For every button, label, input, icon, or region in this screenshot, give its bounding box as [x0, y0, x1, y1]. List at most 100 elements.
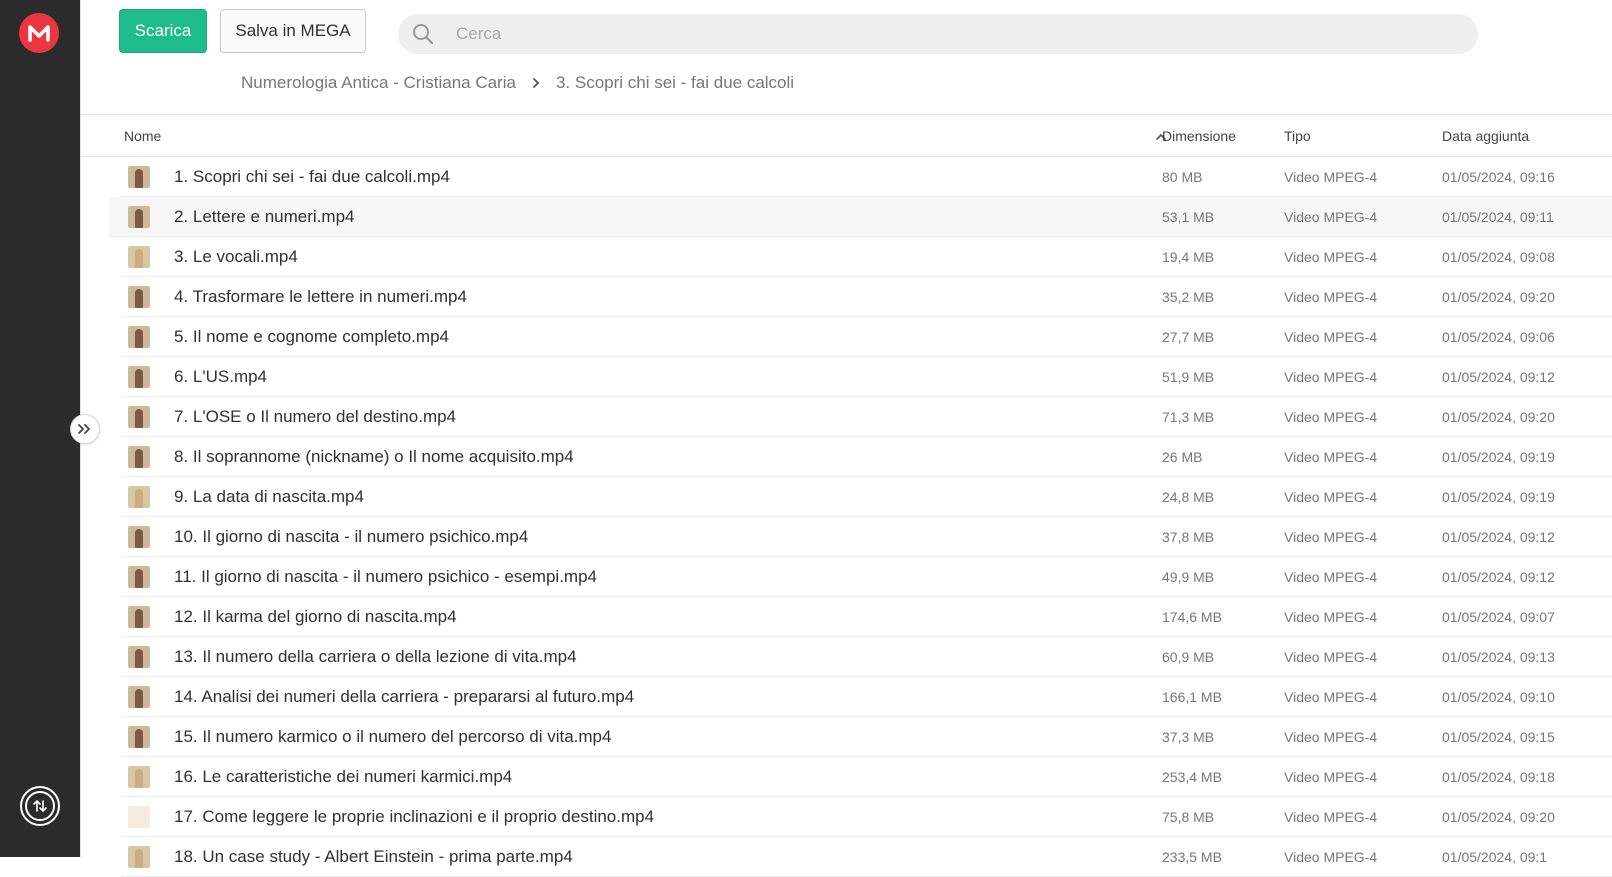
file-name: 2. Lettere e numeri.mp4 [174, 207, 355, 226]
download-button[interactable]: Scarica [119, 9, 207, 53]
left-sidebar [0, 0, 80, 857]
file-size: 37,3 MB [1162, 729, 1215, 745]
file-type: Video MPEG-4 [1284, 569, 1378, 585]
main-panel: Scarica Salva in MEGA Numerologia Antica… [80, 0, 1612, 877]
file-type: Video MPEG-4 [1284, 649, 1378, 665]
video-thumbnail-icon [128, 646, 150, 668]
file-date: 01/05/2024, 09:20 [1442, 289, 1555, 305]
table-row[interactable]: 13. Il numero della carriera o della lez… [121, 637, 1612, 677]
table-row[interactable]: 14. Analisi dei numeri della carriera - … [121, 677, 1612, 717]
file-type: Video MPEG-4 [1284, 809, 1378, 825]
video-thumbnail-icon [128, 606, 150, 628]
file-date: 01/05/2024, 09:06 [1442, 329, 1555, 345]
file-name: 6. L'US.mp4 [174, 367, 268, 386]
video-thumbnail-icon [128, 846, 150, 868]
file-name: 14. Analisi dei numeri della carriera - … [174, 687, 635, 706]
file-name: 11. Il giorno di nascita - il numero psi… [174, 567, 597, 586]
file-size: 35,2 MB [1162, 289, 1215, 305]
file-date: 01/05/2024, 09:12 [1442, 369, 1555, 385]
file-size: 49,9 MB [1162, 569, 1215, 585]
table-row[interactable]: 15. Il numero karmico o il numero del pe… [121, 717, 1612, 757]
file-size: 233,5 MB [1162, 849, 1222, 865]
file-size: 51,9 MB [1162, 369, 1215, 385]
file-name: 4. Trasformare le lettere in numeri.mp4 [174, 287, 467, 306]
file-date: 01/05/2024, 09:13 [1442, 649, 1555, 665]
column-header-size[interactable]: Dimensione [1162, 128, 1236, 144]
file-name: 7. L'OSE o Il numero del destino.mp4 [174, 407, 457, 426]
table-row[interactable]: 8. Il soprannome (nickname) o Il nome ac… [121, 437, 1612, 477]
table-header: Nome Dimensione Tipo Data aggiunta [81, 115, 1612, 157]
file-size: 53,1 MB [1162, 209, 1215, 225]
column-header-date[interactable]: Data aggiunta [1442, 128, 1529, 144]
table-row[interactable]: 16. Le caratteristiche dei numeri karmic… [121, 757, 1612, 797]
file-name: 5. Il nome e cognome completo.mp4 [174, 327, 449, 346]
table-row[interactable]: 17. Come leggere le proprie inclinazioni… [121, 797, 1612, 837]
file-type: Video MPEG-4 [1284, 329, 1378, 345]
file-size: 60,9 MB [1162, 649, 1215, 665]
table-row[interactable]: 11. Il giorno di nascita - il numero psi… [121, 557, 1612, 597]
table-row[interactable]: 18. Un case study - Albert Einstein - pr… [121, 837, 1612, 877]
table-row[interactable]: 3. Le vocali.mp4 19,4 MB Video MPEG-4 01… [121, 237, 1612, 277]
video-thumbnail-icon [128, 286, 150, 308]
file-date: 01/05/2024, 09:11 [1442, 209, 1554, 225]
breadcrumb-item-root[interactable]: Numerologia Antica - Cristiana Caria [241, 73, 516, 93]
file-size: 75,8 MB [1162, 809, 1215, 825]
file-size: 27,7 MB [1162, 329, 1215, 345]
mega-logo-icon[interactable] [19, 13, 59, 53]
table-row[interactable]: 1. Scopri chi sei - fai due calcoli.mp4 … [121, 157, 1612, 197]
file-date: 01/05/2024, 09:1 [1442, 849, 1548, 865]
search-bar[interactable] [398, 14, 1478, 54]
table-row[interactable]: 6. L'US.mp4 51,9 MB Video MPEG-4 01/05/2… [121, 357, 1612, 397]
breadcrumb: Numerologia Antica - Cristiana Caria 3. … [241, 73, 794, 93]
file-name: 16. Le caratteristiche dei numeri karmic… [174, 767, 513, 786]
file-type: Video MPEG-4 [1284, 849, 1378, 865]
table-row[interactable]: 10. Il giorno di nascita - il numero psi… [121, 517, 1612, 557]
search-input[interactable] [456, 24, 1356, 44]
file-type: Video MPEG-4 [1284, 689, 1378, 705]
column-header-name[interactable]: Nome [124, 128, 161, 144]
save-to-mega-button[interactable]: Salva in MEGA [220, 9, 366, 53]
file-size: 174,6 MB [1162, 609, 1222, 625]
video-thumbnail-icon [128, 326, 150, 348]
file-type: Video MPEG-4 [1284, 289, 1378, 305]
video-thumbnail-icon [128, 806, 150, 828]
file-type: Video MPEG-4 [1284, 209, 1378, 225]
file-type: Video MPEG-4 [1284, 169, 1378, 185]
video-thumbnail-icon [128, 766, 150, 788]
file-size: 19,4 MB [1162, 249, 1215, 265]
column-header-type[interactable]: Tipo [1284, 128, 1311, 144]
file-type: Video MPEG-4 [1284, 489, 1378, 505]
video-thumbnail-icon [128, 566, 150, 588]
file-type: Video MPEG-4 [1284, 529, 1378, 545]
file-size: 37,8 MB [1162, 529, 1215, 545]
expand-sidebar-icon[interactable] [70, 414, 100, 444]
file-date: 01/05/2024, 09:12 [1442, 529, 1555, 545]
video-thumbnail-icon [128, 486, 150, 508]
table-row[interactable]: 5. Il nome e cognome completo.mp4 27,7 M… [121, 317, 1612, 357]
file-name: 18. Un case study - Albert Einstein - pr… [174, 847, 573, 866]
transfer-manager-icon[interactable] [20, 786, 60, 826]
video-thumbnail-icon [128, 406, 150, 428]
file-type: Video MPEG-4 [1284, 729, 1378, 745]
table-row[interactable]: 7. L'OSE o Il numero del destino.mp4 71,… [121, 397, 1612, 437]
search-icon [412, 23, 434, 45]
table-row[interactable]: 12. Il karma del giorno di nascita.mp4 1… [121, 597, 1612, 637]
file-size: 71,3 MB [1162, 409, 1215, 425]
table-row[interactable]: 4. Trasformare le lettere in numeri.mp4 … [121, 277, 1612, 317]
file-date: 01/05/2024, 09:16 [1442, 169, 1555, 185]
video-thumbnail-icon [128, 366, 150, 388]
table-row[interactable]: 9. La data di nascita.mp4 24,8 MB Video … [121, 477, 1612, 517]
file-type: Video MPEG-4 [1284, 609, 1378, 625]
video-thumbnail-icon [128, 166, 150, 188]
file-date: 01/05/2024, 09:20 [1442, 409, 1555, 425]
file-size: 26 MB [1162, 449, 1203, 465]
video-thumbnail-icon [128, 526, 150, 548]
file-date: 01/05/2024, 09:19 [1442, 449, 1555, 465]
breadcrumb-item-current[interactable]: 3. Scopri chi sei - fai due calcoli [556, 73, 794, 93]
file-date: 01/05/2024, 09:12 [1442, 569, 1555, 585]
file-name: 15. Il numero karmico o il numero del pe… [174, 727, 612, 746]
file-date: 01/05/2024, 09:07 [1442, 609, 1555, 625]
file-type: Video MPEG-4 [1284, 409, 1378, 425]
video-thumbnail-icon [128, 206, 150, 228]
table-row[interactable]: 2. Lettere e numeri.mp4 53,1 MB Video MP… [109, 197, 1612, 237]
